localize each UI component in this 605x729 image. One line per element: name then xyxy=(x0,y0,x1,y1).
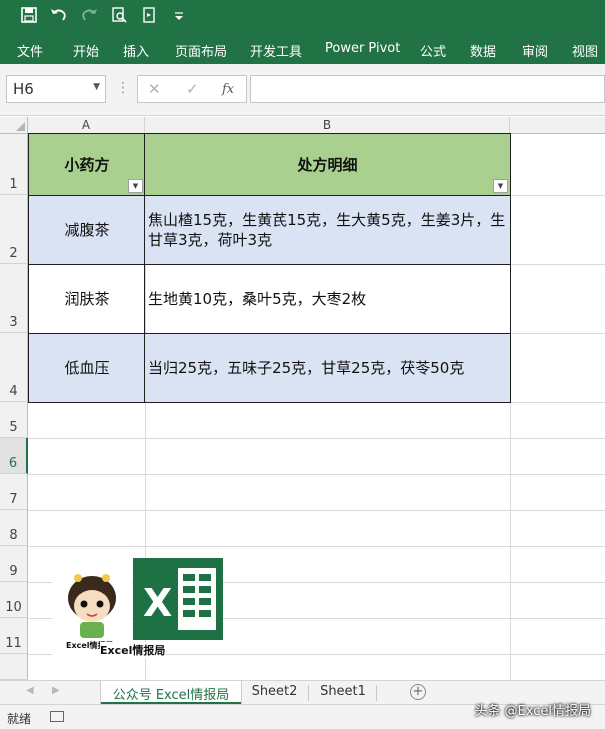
formula-bar: H6 ▼ ⋮ ✕ ✓ fx xyxy=(0,64,605,116)
spreadsheet-grid[interactable]: A B 1 2 3 4 5 6 7 8 9 10 11 小药方 ▼ 处方明细 ▼… xyxy=(0,117,605,680)
gridline xyxy=(28,438,605,439)
customize-icon[interactable] xyxy=(168,8,190,26)
document-icon[interactable] xyxy=(138,7,160,27)
table-cell-name[interactable]: 润肤茶 xyxy=(29,264,145,333)
tab-formulas[interactable]: 公式 xyxy=(420,41,446,60)
row-header-3[interactable]: 3 xyxy=(0,264,28,333)
add-sheet-icon[interactable]: + xyxy=(410,684,426,700)
status-ready: 就绪 xyxy=(7,712,32,726)
gridline xyxy=(510,134,511,680)
tab-separator xyxy=(308,685,309,701)
formula-input[interactable] xyxy=(250,75,605,103)
excel-logo-icon: X xyxy=(133,558,223,640)
table-cell-name[interactable]: 减腹茶 xyxy=(29,195,145,264)
filter-dropdown-icon[interactable]: ▼ xyxy=(128,179,143,193)
tab-home[interactable]: 开始 xyxy=(73,41,99,60)
macro-record-icon[interactable] xyxy=(50,711,64,722)
column-header-b[interactable]: B xyxy=(145,117,510,134)
row-header-8[interactable]: 8 xyxy=(0,510,28,546)
tab-file[interactable]: 文件 xyxy=(17,41,43,60)
save-icon[interactable] xyxy=(18,7,40,27)
header-label: 处方明细 xyxy=(297,156,358,174)
select-all-button[interactable] xyxy=(0,117,28,134)
row-header-6[interactable]: 6 xyxy=(0,438,28,474)
gridline xyxy=(28,510,605,511)
excel-logo-letter: X xyxy=(143,581,172,625)
detail-text: 当归25克，五味子25克，甘草25克，茯苓50克 xyxy=(148,358,465,377)
undo-icon[interactable] xyxy=(48,7,70,27)
filter-dropdown-icon[interactable]: ▼ xyxy=(493,179,508,193)
sheet-tab-sheet2[interactable]: Sheet2 xyxy=(243,681,306,704)
cancel-icon[interactable]: ✕ xyxy=(148,80,161,98)
redo-icon[interactable] xyxy=(78,7,100,27)
row-header-2[interactable]: 2 xyxy=(0,195,28,264)
sheet-tab-active[interactable]: 公众号 Excel情报局 xyxy=(101,681,241,704)
row-header-11[interactable]: 11 xyxy=(0,618,28,654)
table-cell-name[interactable]: 低血压 xyxy=(29,333,145,402)
table-cell-detail[interactable]: 当归25克，五味子25克，甘草25克，茯苓50克 xyxy=(145,333,510,402)
header-label: 小药方 xyxy=(64,156,110,174)
row-header-12[interactable] xyxy=(0,654,28,680)
name-box-value: H6 xyxy=(13,80,34,98)
quick-access-toolbar xyxy=(0,0,605,34)
table-cell-detail[interactable]: 焦山楂15克，生黄芪15克，生大黄5克，生姜3片，生甘草3克，荷叶3克 xyxy=(145,195,510,264)
tab-insert[interactable]: 插入 xyxy=(123,41,149,60)
gridline xyxy=(28,546,605,547)
chevron-down-icon[interactable]: ▼ xyxy=(93,82,100,92)
column-header-a[interactable]: A xyxy=(28,117,145,134)
row-header-9[interactable]: 9 xyxy=(0,546,28,582)
row-header-1[interactable]: 1 xyxy=(0,134,28,195)
detail-text: 生地黄10克，桑叶5克，大枣2枚 xyxy=(148,289,367,308)
insert-function-icon[interactable]: fx xyxy=(222,82,234,97)
watermark: 头条 @Excel情报局 xyxy=(474,704,591,719)
row-header-10[interactable]: 10 xyxy=(0,582,28,618)
tab-view[interactable]: 视图 xyxy=(572,41,598,60)
row-header-7[interactable]: 7 xyxy=(0,474,28,510)
column-header-c[interactable] xyxy=(510,117,605,134)
tab-separator xyxy=(376,685,377,701)
tab-power-pivot[interactable]: Power Pivot xyxy=(325,41,400,56)
detail-text: 焦山楂15克，生黄芪15克，生大黄5克，生姜3片，生甘草3克，荷叶3克 xyxy=(148,210,506,249)
row-header-5[interactable]: 5 xyxy=(0,402,28,438)
row-header-4[interactable]: 4 xyxy=(0,333,28,402)
gridline xyxy=(28,402,605,403)
print-preview-icon[interactable] xyxy=(108,7,130,27)
tab-review[interactable]: 审阅 xyxy=(522,41,548,60)
logo-caption: Excel情报局 xyxy=(100,642,166,658)
sheet-tab-sheet1[interactable]: Sheet1 xyxy=(312,681,374,704)
ribbon-tabs: 文件 开始 插入 页面布局 开发工具 Power Pivot 公式 数据 审阅 … xyxy=(0,34,605,64)
tab-developer[interactable]: 开发工具 xyxy=(250,41,302,60)
gridline xyxy=(28,474,605,475)
enter-icon[interactable]: ✓ xyxy=(186,80,199,98)
header-cell-b1[interactable]: 处方明细 ▼ xyxy=(145,134,510,195)
tab-data[interactable]: 数据 xyxy=(470,41,496,60)
vertical-dots-icon: ⋮ xyxy=(116,80,130,96)
scroll-right-icon[interactable]: ▶ xyxy=(52,685,60,696)
header-cell-a1[interactable]: 小药方 ▼ xyxy=(29,134,145,195)
tab-page-layout[interactable]: 页面布局 xyxy=(175,41,227,60)
name-box[interactable]: H6 ▼ xyxy=(6,75,106,103)
table-cell-detail[interactable]: 生地黄10克，桑叶5克，大枣2枚 xyxy=(145,264,510,333)
formula-buttons: ✕ ✓ fx xyxy=(137,75,247,103)
scroll-left-icon[interactable]: ◀ xyxy=(26,685,34,696)
